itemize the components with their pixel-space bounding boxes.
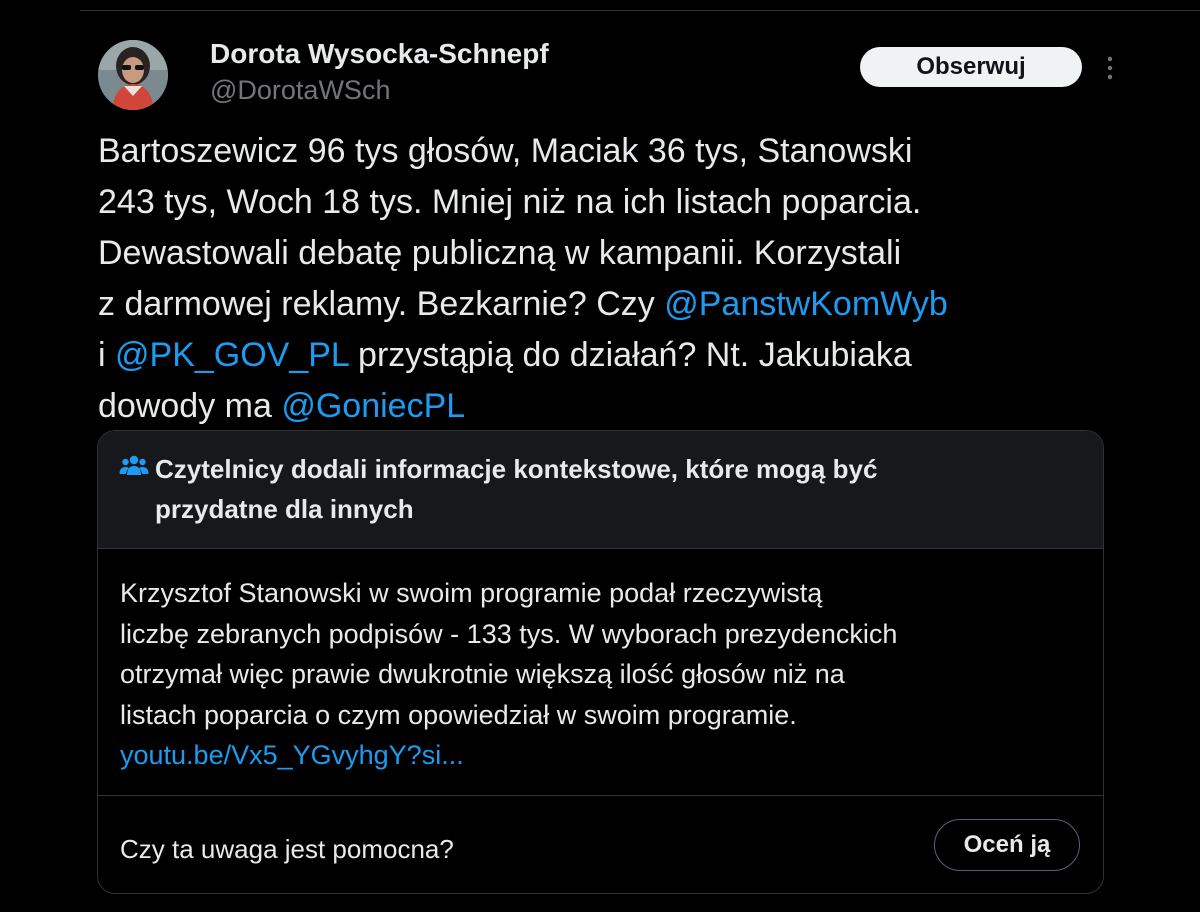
more-vertical-icon[interactable] (1100, 52, 1120, 84)
tweet-text-segment: przystąpią do działań? Nt. Jakubiaka (348, 336, 912, 374)
tweet-text-segment: Dewastowali debatę publiczną w kampanii.… (98, 234, 902, 272)
tweet-text-segment: dowody ma (98, 387, 282, 425)
note-body-line: otrzymał więc prawie dwukrotnie większą … (120, 659, 845, 689)
community-note-header: Czytelnicy dodali informacje kontekstowe… (98, 431, 1103, 549)
note-divider (98, 795, 1103, 796)
tweet-text-line: z darmowej reklamy. Bezkarnie? Czy @Pans… (98, 279, 1088, 330)
tweet-text-line: i @PK_GOV_PL przystąpią do działań? Nt. … (98, 330, 1088, 381)
mention-link[interactable]: @GoniecPL (281, 387, 465, 425)
mention-link[interactable]: @PanstwKomWyb (664, 285, 948, 323)
tweet-text-segment: z darmowej reklamy. Bezkarnie? Czy (98, 285, 665, 323)
tweet-text-segment: Bartoszewicz 96 tys głosów, Maciak 36 ty… (98, 132, 913, 170)
top-divider (80, 10, 1200, 11)
tweet-text: Bartoszewicz 96 tys głosów, Maciak 36 ty… (98, 126, 1088, 432)
community-note: Czytelnicy dodali informacje kontekstowe… (97, 430, 1104, 894)
tweet-text-segment: i (98, 336, 115, 374)
avatar[interactable] (98, 40, 168, 110)
author-handle[interactable]: @DorotaWSch (210, 74, 390, 106)
note-title-line: Czytelnicy dodali informacje kontekstowe… (155, 454, 878, 484)
author-name[interactable]: Dorota Wysocka-Schnepf (210, 38, 549, 70)
follow-button[interactable]: Obserwuj (860, 47, 1082, 87)
tweet-text-line: 243 tys, Woch 18 tys. Mniej niż na ich l… (98, 177, 1088, 228)
note-body-line: Krzysztof Stanowski w swoim programie po… (120, 578, 823, 608)
helpful-question: Czy ta uwaga jest pomocna? (120, 834, 454, 864)
note-title-line: przydatne dla innych (155, 494, 414, 524)
people-icon (119, 453, 149, 479)
mention-link[interactable]: @PK_GOV_PL (115, 336, 349, 374)
tweet-page: Dorota Wysocka-Schnepf @DorotaWSch Obser… (0, 0, 1200, 912)
community-note-title: Czytelnicy dodali informacje kontekstowe… (155, 449, 1055, 529)
note-body-line: liczbę zebranych podpisów - 133 tys. W w… (120, 618, 898, 649)
tweet-text-segment: 243 tys, Woch 18 tys. Mniej niż na ich l… (98, 183, 922, 221)
tweet-text-line: Bartoszewicz 96 tys głosów, Maciak 36 ty… (98, 126, 1088, 177)
rate-note-button[interactable]: Oceń ją (934, 819, 1080, 871)
tweet-text-line: Dewastowali debatę publiczną w kampanii.… (98, 228, 1088, 279)
note-body-line: listach poparcia o czym opowiedział w sw… (120, 699, 797, 730)
tweet-text-line: dowody ma @GoniecPL (98, 381, 1088, 432)
community-note-body: Krzysztof Stanowski w swoim programie po… (120, 573, 1080, 776)
note-source-link[interactable]: youtu.be/Vx5_YGvyhgY?si... (120, 735, 1080, 776)
